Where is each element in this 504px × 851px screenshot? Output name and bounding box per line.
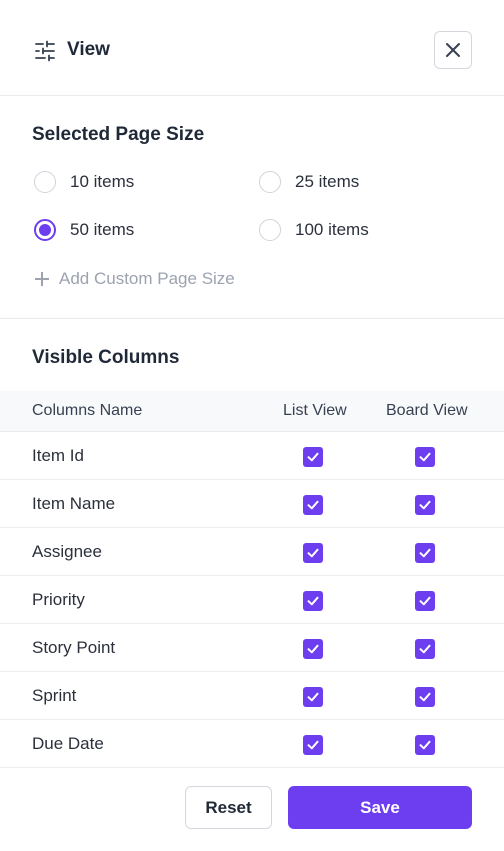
- add-custom-page-size-button[interactable]: Add Custom Page Size: [34, 268, 235, 290]
- column-name: Due Date: [32, 734, 104, 753]
- table-row: Priority: [0, 576, 504, 624]
- column-header-list-view: List View: [283, 402, 347, 419]
- checkmark-icon: [307, 548, 319, 558]
- close-icon: [446, 43, 460, 57]
- table-row: Due Date: [0, 720, 504, 768]
- list-view-checkbox[interactable]: [303, 639, 323, 659]
- radio-label: 10 items: [70, 172, 135, 191]
- section-divider: [0, 318, 504, 319]
- page-size-title: Selected Page Size: [32, 124, 205, 145]
- radio-button[interactable]: [259, 219, 281, 241]
- checkmark-icon: [307, 452, 319, 462]
- checkmark-icon: [307, 500, 319, 510]
- checkmark-icon: [419, 596, 431, 606]
- checkmark-icon: [419, 740, 431, 750]
- sliders-icon: [35, 40, 55, 62]
- close-button[interactable]: [434, 31, 472, 69]
- plus-icon: [34, 271, 50, 287]
- list-view-checkbox[interactable]: [303, 447, 323, 467]
- table-header: Columns Name List View Board View: [0, 391, 504, 432]
- checkmark-icon: [307, 740, 319, 750]
- board-view-checkbox[interactable]: [415, 543, 435, 563]
- checkmark-icon: [419, 692, 431, 702]
- page-size-option-50[interactable]: 50 items: [34, 218, 134, 242]
- radio-label: 50 items: [70, 220, 135, 239]
- board-view-checkbox[interactable]: [415, 687, 435, 707]
- panel-header: View: [0, 0, 504, 96]
- checkmark-icon: [419, 500, 431, 510]
- column-name: Assignee: [32, 542, 102, 561]
- column-name: Sprint: [32, 686, 77, 705]
- table-row: Item Name: [0, 480, 504, 528]
- checkmark-icon: [307, 596, 319, 606]
- list-view-checkbox[interactable]: [303, 687, 323, 707]
- column-header-board-view: Board View: [386, 402, 468, 419]
- checkmark-icon: [307, 644, 319, 654]
- page-size-option-25[interactable]: 25 items: [259, 170, 359, 194]
- checkmark-icon: [307, 692, 319, 702]
- list-view-checkbox[interactable]: [303, 591, 323, 611]
- board-view-checkbox[interactable]: [415, 591, 435, 611]
- column-header-name: Columns Name: [32, 402, 143, 419]
- visible-columns-title: Visible Columns: [32, 347, 180, 368]
- board-view-checkbox[interactable]: [415, 639, 435, 659]
- column-name: Story Point: [32, 638, 116, 657]
- table-row: Assignee: [0, 528, 504, 576]
- table-row: Story Point: [0, 624, 504, 672]
- checkmark-icon: [419, 452, 431, 462]
- radio-button-selected[interactable]: [34, 219, 56, 241]
- page-size-option-100[interactable]: 100 items: [259, 218, 369, 242]
- page-size-option-10[interactable]: 10 items: [34, 170, 134, 194]
- column-name: Item Id: [32, 446, 84, 465]
- reset-button[interactable]: Reset: [185, 786, 272, 829]
- checkmark-icon: [419, 644, 431, 654]
- list-view-checkbox[interactable]: [303, 735, 323, 755]
- panel-title: View: [67, 39, 110, 60]
- radio-label: 25 items: [295, 172, 360, 191]
- board-view-checkbox[interactable]: [415, 447, 435, 467]
- list-view-checkbox[interactable]: [303, 495, 323, 515]
- radio-button[interactable]: [259, 171, 281, 193]
- table-row: Sprint: [0, 672, 504, 720]
- list-view-checkbox[interactable]: [303, 543, 323, 563]
- board-view-checkbox[interactable]: [415, 495, 435, 515]
- save-button[interactable]: Save: [288, 786, 472, 829]
- radio-button[interactable]: [34, 171, 56, 193]
- table-row: Item Id: [0, 432, 504, 480]
- column-name: Priority: [32, 590, 85, 609]
- checkmark-icon: [419, 548, 431, 558]
- column-name: Item Name: [32, 494, 116, 513]
- radio-label: 100 items: [295, 220, 369, 239]
- add-custom-label: Add Custom Page Size: [59, 269, 235, 288]
- board-view-checkbox[interactable]: [415, 735, 435, 755]
